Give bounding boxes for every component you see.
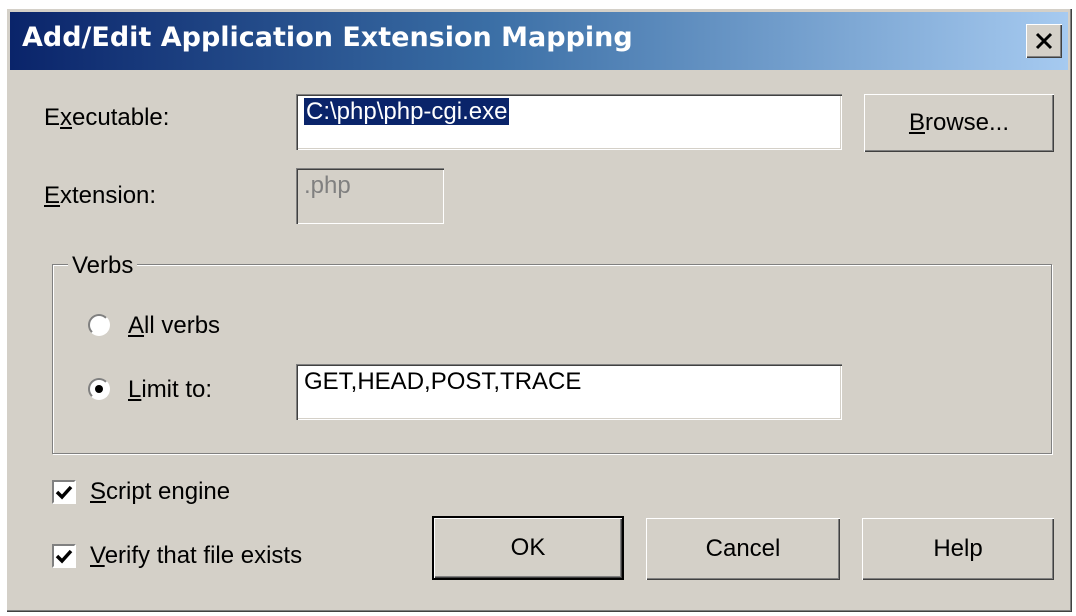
close-button[interactable] xyxy=(1026,24,1062,58)
executable-label-part: ecutable: xyxy=(72,104,170,131)
all-verbs-mnemonic: A xyxy=(128,312,145,339)
verify-file-checkbox[interactable] xyxy=(52,544,76,568)
limit-to-label-part: imit to: xyxy=(141,376,213,403)
extension-label-mnemonic: E xyxy=(44,182,61,209)
script-engine-mnemonic: S xyxy=(90,478,107,505)
limit-to-mnemonic: L xyxy=(128,376,142,403)
checkmark-icon xyxy=(55,485,73,500)
verbs-groupbox xyxy=(52,264,1052,454)
checkmark-icon xyxy=(55,549,73,564)
extension-label: Extension: xyxy=(44,182,156,210)
all-verbs-label-part: ll verbs xyxy=(144,312,221,339)
verify-file-label[interactable]: Verify that file exists xyxy=(90,542,302,570)
limit-to-radio[interactable] xyxy=(88,378,110,400)
verify-file-mnemonic: V xyxy=(90,542,105,569)
executable-label-part: E xyxy=(44,104,61,131)
executable-label-mnemonic: x xyxy=(60,104,73,131)
title-bar[interactable]: Add/Edit Application Extension Mapping xyxy=(10,12,1068,70)
all-verbs-radio[interactable] xyxy=(88,314,110,336)
executable-label: Executable: xyxy=(44,104,169,132)
limit-to-label[interactable]: Limit to: xyxy=(128,376,212,404)
extension-value: .php xyxy=(304,172,351,199)
script-engine-label-part: cript engine xyxy=(106,478,231,505)
script-engine-checkbox[interactable] xyxy=(52,480,76,504)
window-title: Add/Edit Application Extension Mapping xyxy=(22,22,633,53)
limit-to-value: GET,HEAD,POST,TRACE xyxy=(304,368,582,395)
extension-label-part: xtension: xyxy=(60,182,157,209)
extension-mapping-dialog: Add/Edit Application Extension Mapping E… xyxy=(6,8,1072,612)
executable-field[interactable]: C:\php\php-cgi.exe xyxy=(296,94,842,150)
executable-value: C:\php\php-cgi.exe xyxy=(304,98,510,125)
verify-file-label-part: erify that file exists xyxy=(104,542,303,569)
browse-button[interactable]: Browse... xyxy=(864,94,1054,152)
script-engine-label[interactable]: Script engine xyxy=(90,478,230,506)
help-button[interactable]: Help xyxy=(862,518,1054,580)
browse-label-mnemonic: B xyxy=(908,109,925,136)
all-verbs-label[interactable]: All verbs xyxy=(128,312,220,340)
cancel-button[interactable]: Cancel xyxy=(646,518,840,580)
limit-to-field[interactable]: GET,HEAD,POST,TRACE xyxy=(296,364,842,420)
close-icon xyxy=(1035,32,1053,50)
radio-selected-dot xyxy=(95,385,103,393)
browse-label-part: rowse... xyxy=(924,109,1010,136)
verbs-group-label: Verbs xyxy=(68,252,138,280)
ok-button[interactable]: OK xyxy=(432,516,624,580)
extension-field[interactable]: .php xyxy=(296,168,444,224)
